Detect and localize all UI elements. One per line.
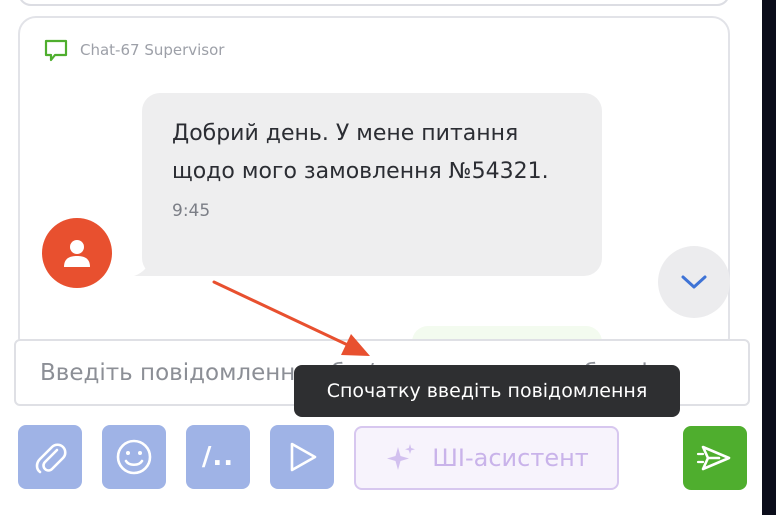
templates-button[interactable]: /..	[186, 425, 250, 489]
smiley-icon	[116, 439, 152, 475]
message-time: 9:45	[172, 201, 211, 221]
ai-assistant-button[interactable]: ШІ-асистент	[354, 426, 619, 490]
tooltip: Спочатку введіть повідомлення	[294, 365, 680, 417]
play-icon	[290, 442, 317, 472]
ai-assistant-label: ШІ-асистент	[432, 444, 589, 472]
chat-card: Chat-67 Supervisor Добрий день. У мене п…	[18, 16, 730, 356]
templates-label: /..	[201, 442, 235, 472]
chat-title: Chat-67 Supervisor	[80, 41, 225, 59]
message-text: Добрий день. У мене питання щодо мого за…	[172, 121, 549, 184]
chevron-down-icon	[681, 275, 707, 289]
send-icon	[696, 445, 731, 471]
send-button[interactable]	[683, 426, 747, 490]
chat-header: Chat-67 Supervisor	[42, 36, 224, 64]
scroll-down-button[interactable]	[658, 246, 730, 318]
emoji-button[interactable]	[102, 425, 166, 489]
attach-button[interactable]	[18, 425, 82, 489]
message-bubble: Добрий день. У мене питання щодо мого за…	[142, 93, 602, 276]
user-icon	[64, 240, 90, 267]
play-button[interactable]	[270, 425, 334, 489]
avatar	[42, 218, 112, 288]
paperclip-icon	[35, 443, 67, 474]
window-edge	[762, 0, 776, 515]
chat-bubble-icon	[42, 36, 70, 64]
sparkles-icon	[387, 444, 416, 470]
previous-card	[18, 0, 730, 6]
